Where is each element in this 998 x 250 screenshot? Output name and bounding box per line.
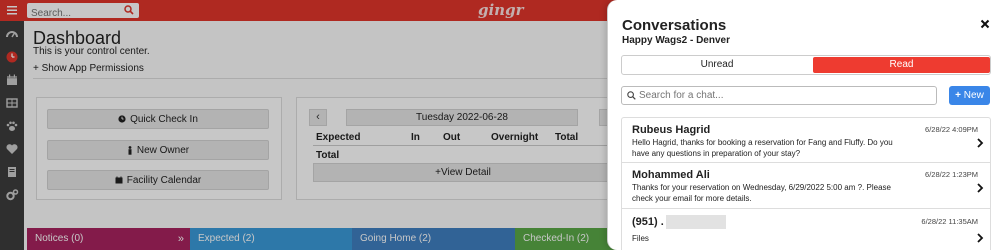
conversation-list: Rubeus Hagrid 6/28/22 4:09PM Hello Hagri… bbox=[621, 117, 991, 250]
plus-icon: + bbox=[955, 90, 962, 101]
message-preview: Files bbox=[632, 234, 649, 243]
tab-read[interactable]: Read bbox=[813, 57, 990, 73]
read-filter-toggle: Unread Read bbox=[621, 55, 991, 75]
conversations-panel: Conversations Happy Wags2 - Denver Unrea… bbox=[607, 0, 998, 250]
message-preview: Hello Hagrid, thanks for booking a reser… bbox=[632, 138, 893, 158]
conversation-item[interactable]: Mohammed Ali 6/28/22 1:23PM Thanks for y… bbox=[622, 163, 990, 209]
location-name: Happy Wags2 - Denver bbox=[622, 35, 730, 46]
redacted-block bbox=[665, 215, 726, 229]
contact-phone: (951) . bbox=[632, 215, 664, 228]
search-icon bbox=[627, 91, 636, 100]
chat-search-input[interactable] bbox=[639, 87, 929, 104]
new-conversation-button[interactable]: + New bbox=[949, 86, 990, 105]
panel-title: Conversations bbox=[622, 17, 727, 34]
message-time: 6/28/22 1:23PM bbox=[925, 170, 978, 179]
new-conversation-label: New bbox=[963, 90, 984, 101]
message-time: 6/28/22 4:09PM bbox=[925, 125, 978, 134]
message-time: 6/28/22 11:35AM bbox=[921, 217, 978, 226]
chat-search[interactable] bbox=[621, 86, 937, 105]
contact-name: (951) . bbox=[632, 215, 726, 229]
contact-name: Mohammed Ali bbox=[632, 169, 710, 181]
message-preview: Thanks for your reservation on Wednesday… bbox=[632, 183, 891, 203]
chevron-right-icon[interactable] bbox=[976, 138, 984, 148]
conversation-item[interactable]: (951) . 6/28/22 11:35AM Files bbox=[622, 209, 990, 250]
tab-unread[interactable]: Unread bbox=[622, 56, 812, 74]
conversation-item[interactable]: Rubeus Hagrid 6/28/22 4:09PM Hello Hagri… bbox=[622, 118, 990, 163]
close-icon[interactable] bbox=[980, 19, 990, 29]
contact-name: Rubeus Hagrid bbox=[632, 124, 711, 136]
chevron-right-icon[interactable] bbox=[976, 233, 984, 243]
chevron-right-icon[interactable] bbox=[976, 183, 984, 193]
